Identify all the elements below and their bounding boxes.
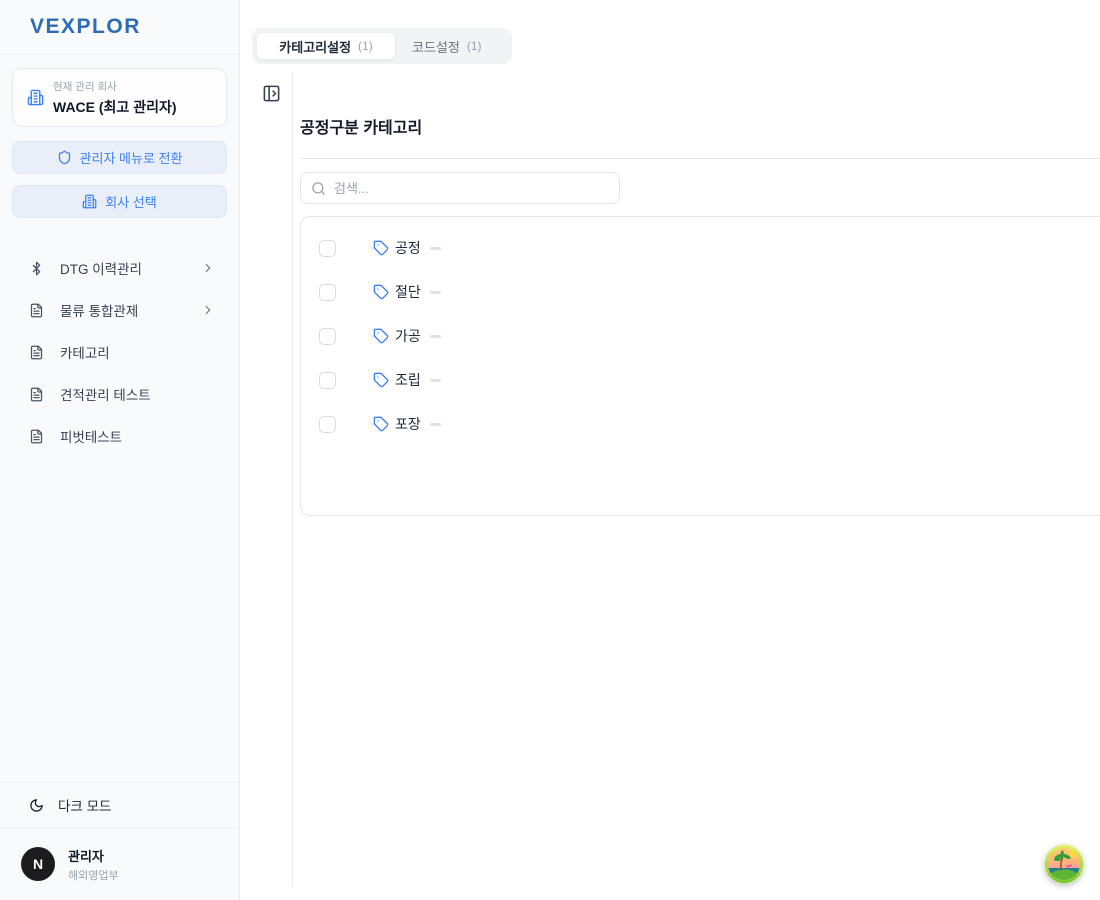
tab-bar: 카테고리설정 (1) 코드설정 (1) — [252, 28, 512, 64]
tag-icon — [373, 284, 389, 300]
search-input[interactable] — [334, 181, 609, 196]
tag-icon — [373, 328, 389, 344]
category-checkbox[interactable] — [319, 284, 336, 301]
sidebar-item-logistics-control[interactable]: 물류 통합관제 — [0, 289, 239, 331]
category-label: 가공 — [395, 326, 421, 346]
user-department: 해외영업부 — [68, 867, 119, 883]
category-row[interactable]: 가공 — [301, 314, 1100, 358]
category-row[interactable]: 조립 — [301, 358, 1100, 402]
document-icon — [29, 429, 44, 444]
switch-admin-menu-button[interactable]: 관리자 메뉴로 전환 — [12, 141, 227, 174]
drag-handle — [430, 379, 441, 382]
avatar: N — [21, 847, 55, 881]
shield-icon — [57, 150, 72, 165]
page-title: 공정구분 카테고리 — [300, 114, 1100, 138]
company-card-label: 현재 관리 회사 — [53, 79, 177, 94]
nav-item-label: 물류 통합관제 — [60, 300, 138, 320]
category-row[interactable]: 공정 — [301, 226, 1100, 270]
document-icon — [29, 387, 44, 402]
user-name: 관리자 — [68, 846, 119, 865]
sidebar-item-pivot-test[interactable]: 피벗테스트 — [0, 415, 239, 457]
drag-handle — [430, 423, 441, 426]
tag-icon — [373, 372, 389, 388]
button-label: 회사 선택 — [105, 192, 156, 211]
select-company-button[interactable]: 회사 선택 — [12, 185, 227, 218]
tropical-widget-button[interactable] — [1044, 844, 1084, 884]
document-icon — [29, 345, 44, 360]
tab-label: 카테고리설정 — [279, 37, 351, 56]
category-checkbox[interactable] — [319, 372, 336, 389]
tag-icon — [373, 416, 389, 432]
tab-count: (1) — [467, 39, 482, 53]
tab-category-settings[interactable]: 카테고리설정 (1) — [256, 32, 396, 60]
nav-item-label: DTG 이력관리 — [60, 258, 142, 278]
divider — [300, 158, 1100, 159]
bluetooth-icon — [29, 261, 44, 276]
current-company-card: 현재 관리 회사 WACE (최고 관리자) — [12, 68, 227, 127]
logo-row: VEXPLOR — [0, 0, 239, 55]
user-texts: 관리자 해외영업부 — [68, 846, 119, 883]
dark-mode-label: 다크 모드 — [58, 795, 111, 815]
chevron-right-icon — [201, 303, 215, 317]
drag-handle — [430, 247, 441, 250]
company-card-texts: 현재 관리 회사 WACE (최고 관리자) — [53, 79, 177, 117]
document-icon — [29, 303, 44, 318]
user-profile[interactable]: N 관리자 해외영업부 — [0, 828, 239, 900]
category-label: 조립 — [395, 370, 421, 390]
category-row[interactable]: 절단 — [301, 270, 1100, 314]
vexplor-logo: VEXPLOR — [30, 15, 141, 39]
content-left-divider — [292, 72, 293, 887]
main-content: 공정구분 카테고리 공정 절단 가 — [300, 78, 1100, 516]
tab-code-settings[interactable]: 코드설정 (1) — [396, 32, 498, 60]
category-list-card: 공정 절단 가공 조립 — [300, 216, 1100, 516]
building-icon — [27, 89, 44, 106]
tag-icon — [373, 240, 389, 256]
category-label: 공정 — [395, 238, 421, 258]
sidebar-item-quote-test[interactable]: 견적관리 테스트 — [0, 373, 239, 415]
sidebar: VEXPLOR 현재 관리 회사 WACE (최고 관리자) 관리자 메뉴로 전… — [0, 0, 240, 900]
nav-item-label: 카테고리 — [60, 342, 110, 362]
category-checkbox[interactable] — [319, 240, 336, 257]
search-icon — [311, 181, 326, 196]
panel-left-open-icon — [262, 84, 281, 103]
nav-item-label: 견적관리 테스트 — [60, 384, 151, 404]
tab-count: (1) — [358, 39, 373, 53]
tropical-island-icon — [1044, 844, 1084, 884]
company-card-name: WACE (최고 관리자) — [53, 97, 177, 117]
button-label: 관리자 메뉴로 전환 — [80, 148, 183, 167]
sidebar-footer: 다크 모드 N 관리자 해외영업부 — [0, 782, 239, 900]
chevron-right-icon — [201, 261, 215, 275]
sidebar-nav: DTG 이력관리 물류 통합관제 카테고리 견적관리 테스트 — [0, 247, 239, 457]
category-label: 포장 — [395, 414, 421, 434]
nav-item-label: 피벗테스트 — [60, 426, 122, 446]
sidebar-item-dtg-history[interactable]: DTG 이력관리 — [0, 247, 239, 289]
dark-mode-toggle[interactable]: 다크 모드 — [0, 783, 239, 827]
moon-icon — [29, 798, 44, 813]
panel-toggle-button[interactable] — [262, 84, 281, 103]
drag-handle — [430, 291, 441, 294]
sidebar-item-category[interactable]: 카테고리 — [0, 331, 239, 373]
drag-handle — [430, 335, 441, 338]
search-box[interactable] — [300, 172, 620, 204]
category-label: 절단 — [395, 282, 421, 302]
category-checkbox[interactable] — [319, 328, 336, 345]
tab-label: 코드설정 — [412, 37, 460, 56]
category-row[interactable]: 포장 — [301, 402, 1100, 446]
building-icon — [82, 194, 97, 209]
category-checkbox[interactable] — [319, 416, 336, 433]
